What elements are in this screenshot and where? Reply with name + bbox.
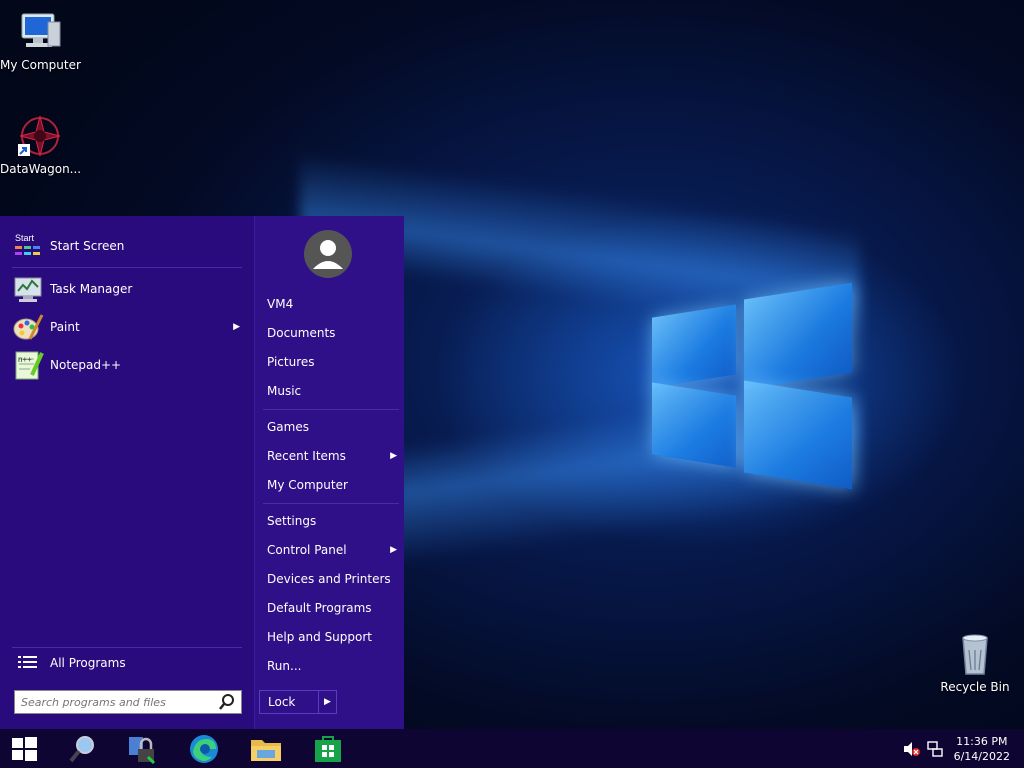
submenu-arrow-icon: ▶ (390, 545, 397, 555)
places-item-my-computer[interactable]: My Computer (267, 474, 397, 496)
places-item-label: Default Programs (267, 601, 372, 615)
places-item-label: Pictures (267, 355, 315, 369)
user-avatar-icon[interactable] (303, 229, 353, 279)
taskbar-edge-button[interactable] (184, 731, 224, 767)
start-menu-item-task-manager[interactable]: Task Manager (12, 272, 244, 306)
places-item-label: Games (267, 420, 309, 434)
magnifier-icon (69, 736, 94, 763)
places-item-control-panel[interactable]: Control Panel ▶ (267, 539, 397, 561)
start-menu-item-start-screen[interactable]: Start Start Screen (12, 229, 244, 263)
places-item-label: VM4 (267, 297, 294, 311)
places-item-help-and-support[interactable]: Help and Support (267, 626, 397, 648)
places-item-label: Devices and Printers (267, 572, 391, 586)
places-item-label: My Computer (267, 478, 348, 492)
taskbar: 11:36 PM 6/14/2022 (0, 729, 1024, 768)
places-item-pictures[interactable]: Pictures (267, 351, 397, 373)
desktop-icon-recycle-bin[interactable]: Recycle Bin (935, 630, 1015, 694)
divider (263, 409, 399, 410)
start-menu-item-label: Paint (50, 320, 80, 334)
network-icon[interactable] (926, 740, 944, 758)
places-item-label: Settings (267, 514, 317, 528)
desktop-icon-label: DataWagon... (0, 162, 82, 176)
clock-time: 11:36 PM (956, 734, 1008, 748)
start-menu-programs-pane: Start Start Screen Task Manager Paint ▶ … (0, 216, 254, 729)
start-menu-item-label: Notepad++ (50, 358, 122, 372)
divider (12, 267, 242, 268)
search-input[interactable] (15, 692, 217, 712)
start-menu-places-pane: VM4 Documents Pictures Music Games Recen… (254, 216, 404, 729)
places-item-label: Documents (267, 326, 336, 340)
search-icon[interactable] (217, 692, 237, 712)
file-explorer-icon (251, 740, 281, 761)
all-programs-label: All Programs (50, 656, 126, 670)
start-menu-item-paint[interactable]: Paint ▶ (12, 310, 244, 344)
places-item-music[interactable]: Music (267, 380, 397, 402)
system-tray: 11:36 PM 6/14/2022 (902, 729, 1010, 768)
places-item-vm4[interactable]: VM4 (267, 293, 397, 315)
desktop-icon-datawagon[interactable]: DataWagon... (0, 112, 82, 176)
taskbar-file-explorer-button[interactable] (246, 731, 286, 767)
recycle-bin-icon (962, 634, 988, 675)
desktop-icon-label: Recycle Bin (940, 680, 1010, 694)
store-icon (315, 736, 341, 762)
list-icon (18, 656, 37, 668)
volume-muted-icon[interactable] (902, 740, 920, 758)
desktop-icon-my-computer[interactable]: My Computer (0, 8, 81, 72)
lock-button-label: Lock (268, 695, 296, 709)
submenu-arrow-icon: ▶ (390, 451, 397, 461)
start-menu-item-label: Start Screen (50, 239, 125, 253)
places-item-settings[interactable]: Settings (267, 510, 397, 532)
submenu-arrow-icon: ▶ (233, 322, 240, 332)
start-menu: Start Start Screen Task Manager Paint ▶ … (0, 216, 404, 729)
lock-options-arrow-icon[interactable]: ▶ (318, 691, 336, 713)
lock-button[interactable]: Lock ▶ (259, 690, 337, 714)
notepad-plus-plus-icon: n++ (15, 351, 44, 380)
windows-start-icon (12, 737, 37, 761)
taskbar-store-button[interactable] (308, 731, 348, 767)
places-item-label: Help and Support (267, 630, 372, 644)
clock-date: 6/14/2022 (953, 749, 1010, 763)
places-item-run[interactable]: Run... (267, 655, 397, 677)
edge-browser-icon (190, 735, 218, 763)
computer-icon (21, 13, 61, 47)
wallpaper-windows-logo (652, 282, 852, 490)
places-item-documents[interactable]: Documents (267, 322, 397, 344)
all-programs-button[interactable]: All Programs (12, 646, 244, 680)
paint-icon (13, 314, 44, 340)
start-menu-item-notepad-plus-plus[interactable]: n++ Notepad++ (12, 348, 244, 382)
taskbar-lock-app-button[interactable] (122, 731, 162, 767)
taskbar-magnifier-button[interactable] (62, 731, 102, 767)
start-screen-icon: Start (15, 233, 40, 255)
task-manager-icon (14, 277, 42, 302)
places-item-label: Recent Items (267, 449, 346, 463)
places-item-default-programs[interactable]: Default Programs (267, 597, 397, 619)
places-item-label: Music (267, 384, 302, 398)
start-button[interactable] (4, 731, 44, 767)
places-item-games[interactable]: Games (267, 416, 397, 438)
lock-app-icon (129, 737, 156, 765)
datawagon-icon (18, 115, 61, 157)
places-item-label: Run... (267, 659, 302, 673)
start-menu-item-label: Task Manager (50, 282, 133, 296)
svg-text:n++: n++ (18, 355, 32, 364)
desktop-icon-label: My Computer (0, 58, 81, 72)
search-box[interactable] (14, 690, 242, 714)
places-item-recent-items[interactable]: Recent Items ▶ (267, 445, 397, 467)
places-item-devices-and-printers[interactable]: Devices and Printers (267, 568, 397, 590)
divider (263, 503, 399, 504)
svg-text:Start: Start (15, 233, 35, 243)
places-item-label: Control Panel (267, 543, 347, 557)
clock[interactable]: 11:36 PM 6/14/2022 (954, 734, 1010, 764)
